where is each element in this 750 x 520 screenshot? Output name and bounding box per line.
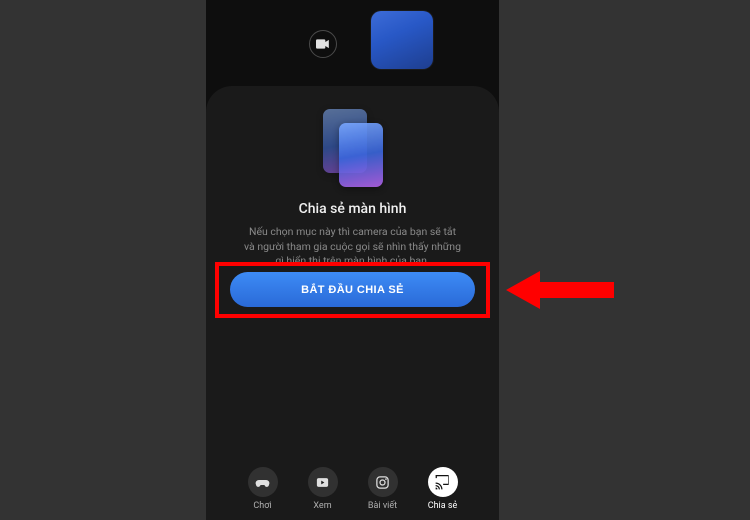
illustration-card-front — [339, 123, 383, 187]
cast-icon — [428, 467, 458, 497]
panel-title: Chia sẻ màn hình — [206, 201, 499, 217]
bottom-tab-bar: Chơi Xem Bài viết Chia sẻ — [206, 467, 499, 511]
tab-watch[interactable]: Xem — [299, 467, 347, 511]
self-video-thumbnail[interactable] — [371, 11, 433, 69]
instagram-icon — [368, 467, 398, 497]
tab-watch-label: Xem — [313, 501, 331, 511]
tab-share-label: Chia sẻ — [428, 501, 458, 511]
tab-play[interactable]: Chơi — [239, 467, 287, 511]
camera-toggle-button[interactable] — [309, 30, 337, 58]
tab-play-label: Chơi — [253, 501, 271, 511]
phone-screen: Chia sẻ màn hình Nếu chọn mục này thì ca… — [206, 0, 499, 520]
annotation-highlight-box — [215, 262, 490, 318]
desc-line-2: và người tham gia cuộc gọi sẽ nhìn thấy … — [244, 240, 461, 253]
tab-post-label: Bài viết — [368, 501, 397, 511]
video-camera-icon — [316, 39, 330, 49]
annotation-arrow — [506, 269, 614, 311]
tab-share[interactable]: Chia sẻ — [419, 467, 467, 511]
screen-share-illustration — [323, 109, 383, 187]
watch-icon — [308, 467, 338, 497]
game-controller-icon — [248, 467, 278, 497]
desc-line-1: Nếu chọn mục này thì camera của bạn sẽ t… — [249, 225, 456, 238]
tab-post[interactable]: Bài viết — [359, 467, 407, 511]
